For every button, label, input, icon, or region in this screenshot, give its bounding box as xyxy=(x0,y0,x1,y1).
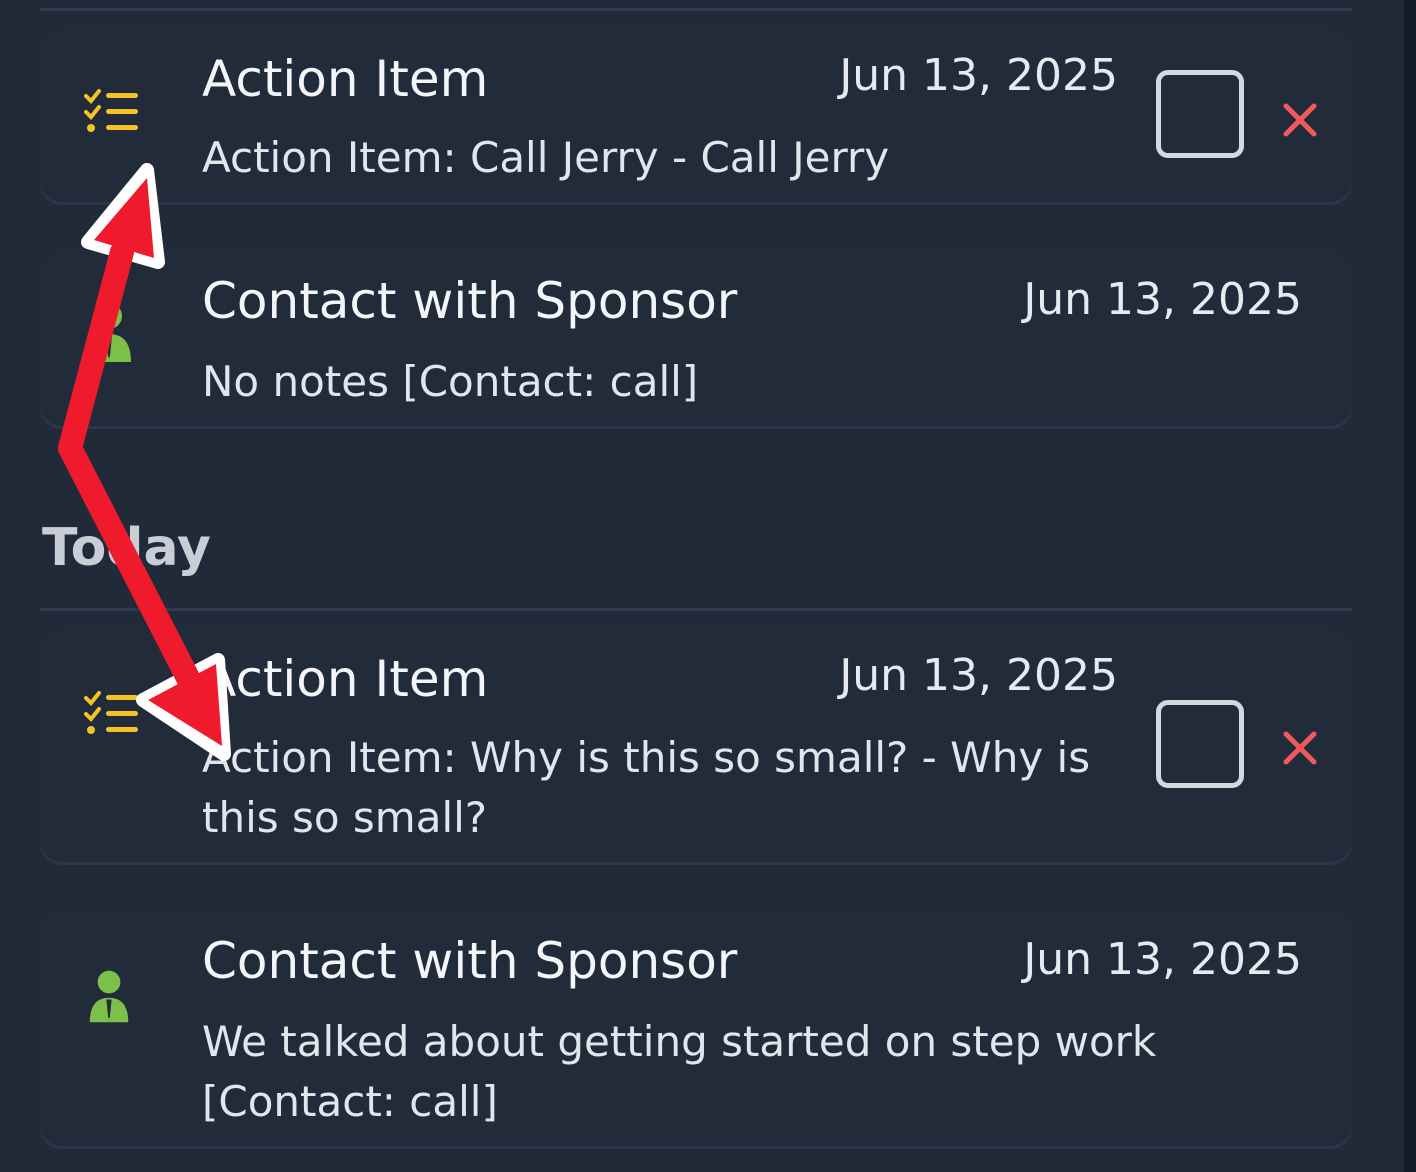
scrollbar-track[interactable] xyxy=(1404,0,1416,1172)
item-subtitle: Action Item: Call Jerry - Call Jerry xyxy=(202,133,890,182)
divider xyxy=(40,8,1352,11)
item-date: Jun 13, 2025 xyxy=(839,50,1118,101)
divider xyxy=(40,608,1352,611)
delete-icon[interactable] xyxy=(1278,726,1322,770)
item-date: Jun 13, 2025 xyxy=(839,650,1118,701)
checklist-icon xyxy=(84,690,140,740)
item-title: Action Item xyxy=(202,650,489,708)
checklist-icon xyxy=(84,88,140,138)
timeline-card-action[interactable]: Action Item Jun 13, 2025 Action Item: Ca… xyxy=(40,28,1352,202)
item-subtitle: We talked about getting started on step … xyxy=(202,1017,1157,1126)
item-title: Contact with Sponsor xyxy=(202,932,738,990)
person-icon xyxy=(84,300,134,368)
complete-checkbox[interactable] xyxy=(1156,70,1244,158)
item-subtitle: No notes [Contact: call] xyxy=(202,357,699,406)
complete-checkbox[interactable] xyxy=(1156,700,1244,788)
item-subtitle: Action Item: Why is this so small? - Why… xyxy=(202,733,1091,842)
timeline-card-action[interactable]: Action Item Jun 13, 2025 Action Item: Wh… xyxy=(40,628,1352,862)
item-title: Action Item xyxy=(202,50,489,108)
item-title: Contact with Sponsor xyxy=(202,272,738,330)
item-date: Jun 13, 2025 xyxy=(1023,934,1302,985)
person-icon xyxy=(84,968,134,1028)
section-header: Today xyxy=(42,518,211,578)
delete-icon[interactable] xyxy=(1278,98,1322,142)
timeline-card-contact[interactable]: Contact with Sponsor Jun 13, 2025 We tal… xyxy=(40,910,1352,1146)
item-date: Jun 13, 2025 xyxy=(1023,274,1302,325)
timeline-card-contact[interactable]: Contact with Sponsor Jun 13, 2025 No not… xyxy=(40,250,1352,426)
